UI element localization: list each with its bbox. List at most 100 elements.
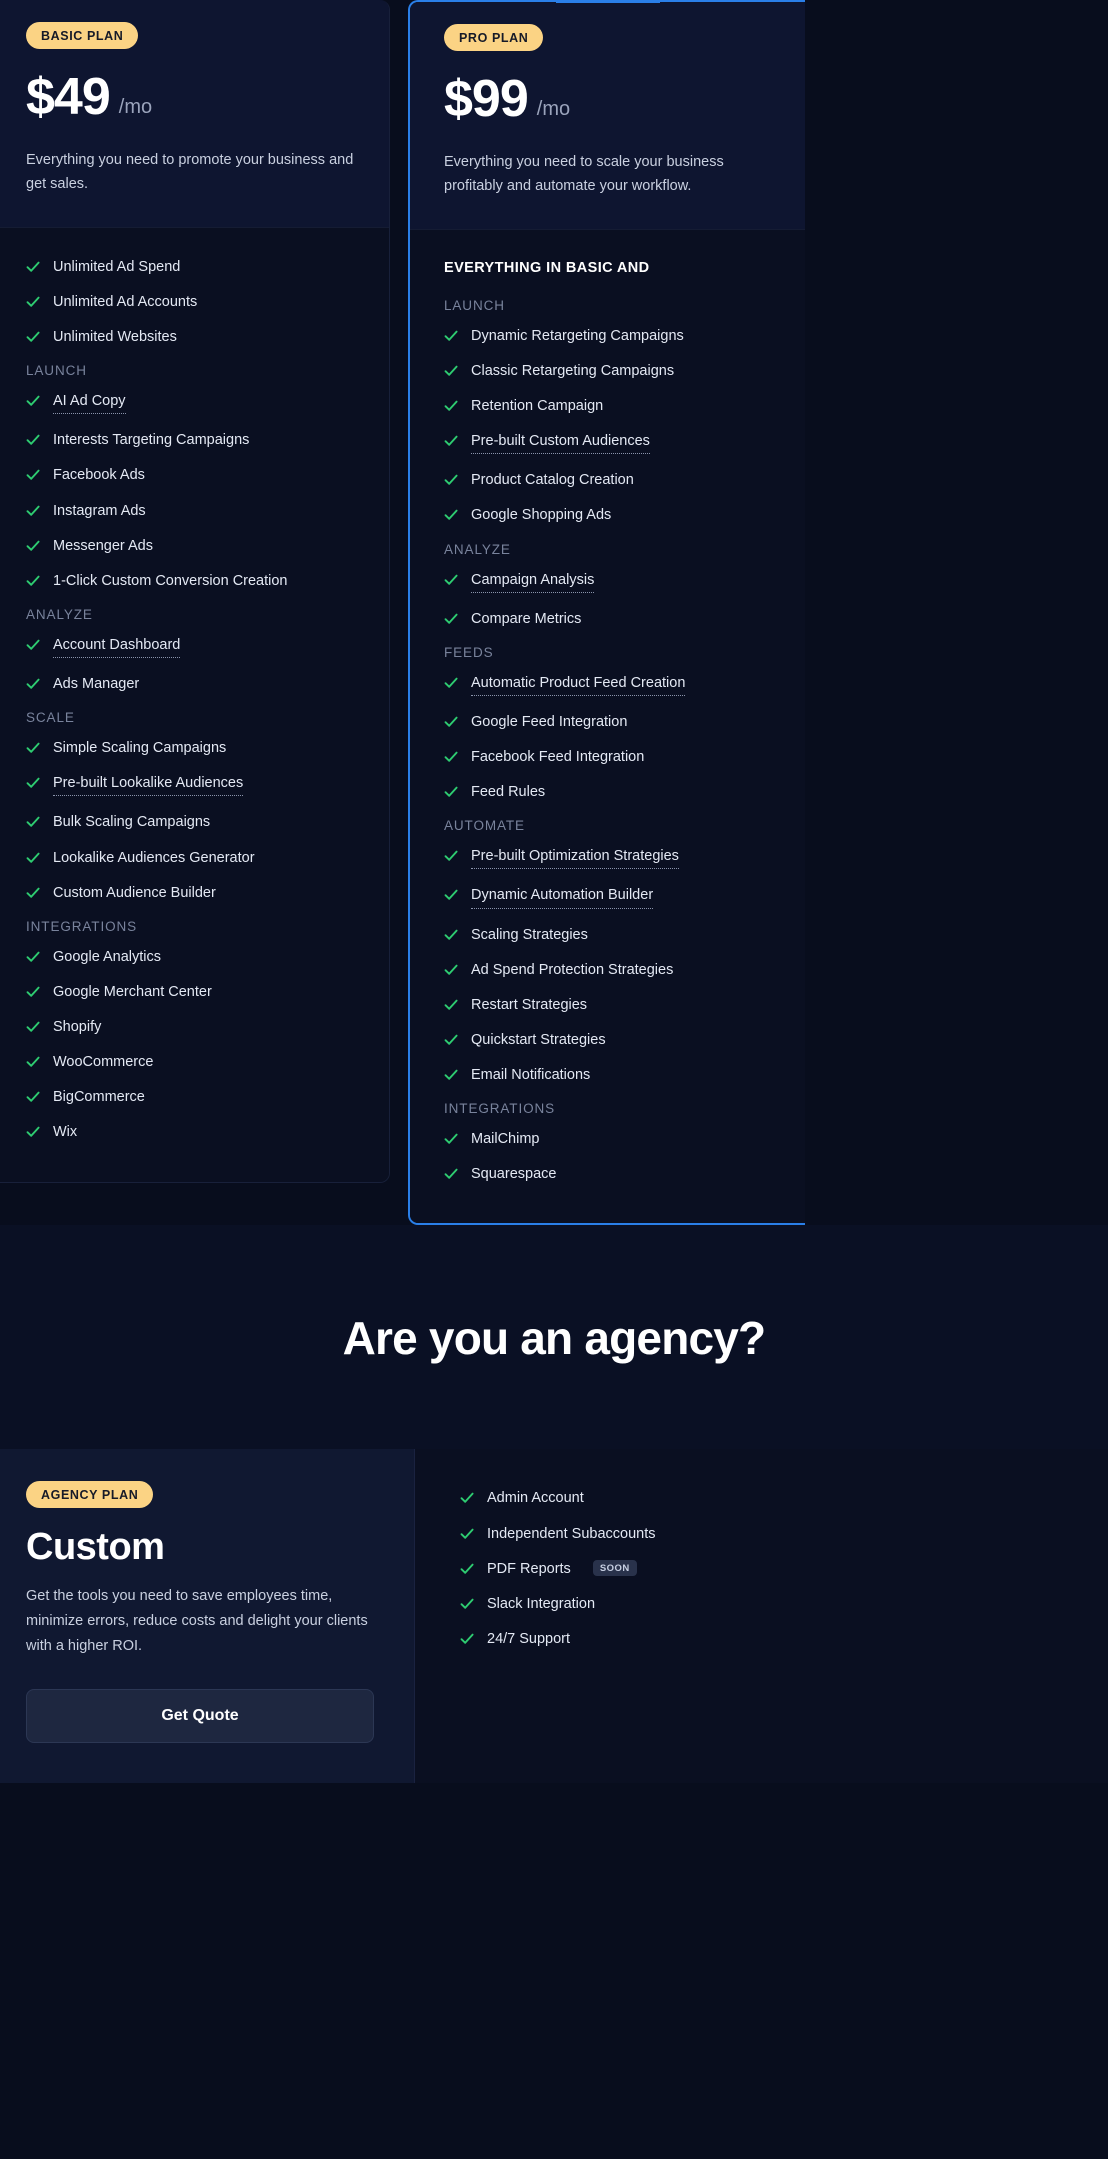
feature-item: Facebook Feed Integration xyxy=(444,748,779,766)
feature-item: Pre-built Optimization Strategies xyxy=(444,847,779,870)
feature-label: Squarespace xyxy=(471,1166,557,1183)
feature-label: Google Merchant Center xyxy=(53,983,212,1000)
feature-label: PDF Reports xyxy=(487,1560,571,1577)
plan-price-pro: $99 xyxy=(444,70,529,128)
feature-item: Messenger Ads xyxy=(26,537,363,555)
feature-group-label: LAUNCH xyxy=(444,297,505,313)
feature-label: Ads Manager xyxy=(53,676,140,693)
feature-item: Independent Subaccounts xyxy=(460,1525,1082,1543)
check-icon xyxy=(444,434,458,448)
check-icon xyxy=(26,1125,40,1139)
feature-label-with-tooltip[interactable]: AI Ad Copy xyxy=(53,392,126,415)
feature-label-with-tooltip[interactable]: Campaign Analysis xyxy=(471,571,595,593)
feature-item: Interests Targeting Campaigns xyxy=(26,431,363,449)
check-icon xyxy=(444,329,458,343)
feature-label: Facebook Ads xyxy=(53,467,145,484)
check-icon xyxy=(26,504,40,518)
feature-label-with-tooltip[interactable]: Pre-built Optimization Strategies xyxy=(471,847,679,870)
feature-label-with-tooltip[interactable]: Pre-built Lookalike Audiences xyxy=(53,774,244,797)
feature-label: Unlimited Ad Spend xyxy=(53,258,181,275)
feature-label: Shopify xyxy=(53,1019,102,1036)
check-icon xyxy=(460,1491,474,1505)
feature-group-label: FEEDS xyxy=(444,644,494,660)
feature-item: Unlimited Ad Accounts xyxy=(26,293,363,311)
feature-item: Campaign Analysis xyxy=(444,571,779,593)
check-icon xyxy=(444,785,458,799)
check-icon xyxy=(444,573,458,587)
feature-group-label: LAUNCH xyxy=(26,363,87,379)
feature-item: Ad Spend Protection Strategies xyxy=(444,961,779,979)
feature-label: Interests Targeting Campaigns xyxy=(53,432,250,449)
feature-label: Google Analytics xyxy=(53,948,162,965)
check-icon xyxy=(444,750,458,764)
check-icon xyxy=(444,1167,458,1181)
agency-banner-title: Are you an agency? xyxy=(342,1312,767,1365)
check-icon xyxy=(444,364,458,378)
check-icon xyxy=(26,741,40,755)
plan-card-basic: BASIC PLAN $49 /mo Everything you need t… xyxy=(0,0,390,1183)
check-icon xyxy=(26,886,40,900)
feature-item: 1-Click Custom Conversion Creation xyxy=(26,572,363,590)
feature-label: 24/7 Support xyxy=(487,1630,571,1647)
check-icon xyxy=(26,638,40,652)
feature-item: Google Merchant Center xyxy=(26,983,363,1001)
agency-plan-row: AGENCY PLAN Custom Get the tools you nee… xyxy=(0,1449,1108,1784)
feature-item: Feed Rules xyxy=(444,783,779,801)
feature-item: MailChimp xyxy=(444,1130,779,1148)
feature-label: Bulk Scaling Campaigns xyxy=(53,814,211,831)
feature-item: Unlimited Websites xyxy=(26,328,363,346)
agency-plan-blurb: Get the tools you need to save employees… xyxy=(26,1588,368,1655)
feature-label-with-tooltip[interactable]: Account Dashboard xyxy=(53,636,181,659)
check-icon xyxy=(444,998,458,1012)
check-icon xyxy=(26,539,40,553)
feature-label-with-tooltip[interactable]: Dynamic Automation Builder xyxy=(471,886,654,909)
plan-period-basic: /mo xyxy=(118,96,153,118)
feature-group-label: INTEGRATIONS xyxy=(444,1101,556,1117)
check-icon xyxy=(26,433,40,447)
check-icon xyxy=(444,963,458,977)
feature-item: Instagram Ads xyxy=(26,502,363,520)
get-quote-button[interactable]: Get Quote xyxy=(26,1689,374,1744)
feature-label-with-tooltip[interactable]: Automatic Product Feed Creation xyxy=(471,674,686,696)
feature-item: Pre-built Lookalike Audiences xyxy=(26,774,363,797)
plan-header-pro: PRO PLAN $99 /mo Everything you need to … xyxy=(410,2,805,230)
feature-label: Ad Spend Protection Strategies xyxy=(471,961,674,978)
check-icon xyxy=(444,1033,458,1047)
check-icon xyxy=(444,715,458,729)
feature-label: Google Feed Integration xyxy=(471,713,628,730)
check-icon xyxy=(26,260,40,274)
check-icon xyxy=(444,612,458,626)
check-icon xyxy=(26,985,40,999)
agency-plan-title: Custom xyxy=(26,1526,165,1569)
feature-label: Simple Scaling Campaigns xyxy=(53,740,227,757)
feature-item: Unlimited Ad Spend xyxy=(26,258,363,276)
feature-item: Scaling Strategies xyxy=(444,926,779,944)
feature-label: Messenger Ads xyxy=(53,537,153,554)
feature-label: Lookalike Audiences Generator xyxy=(53,849,255,866)
plan-blurb-basic: Everything you need to promote your busi… xyxy=(26,152,354,192)
feature-item: Slack Integration xyxy=(460,1595,1082,1613)
feature-label-with-tooltip[interactable]: Pre-built Custom Audiences xyxy=(471,432,650,455)
feature-label: Scaling Strategies xyxy=(471,926,588,943)
check-icon xyxy=(444,508,458,522)
check-icon xyxy=(26,677,40,691)
feature-item: Lookalike Audiences Generator xyxy=(26,849,363,867)
check-icon xyxy=(444,888,458,902)
check-icon xyxy=(26,295,40,309)
agency-plan-badge: AGENCY PLAN xyxy=(26,1481,154,1509)
check-icon xyxy=(26,1090,40,1104)
feature-item: Product Catalog Creation xyxy=(444,471,779,489)
feature-item: BigCommerce xyxy=(26,1088,363,1106)
soon-badge: SOON xyxy=(592,1559,637,1576)
feature-item: Classic Retargeting Campaigns xyxy=(444,362,779,380)
check-icon xyxy=(26,776,40,790)
feature-item: Admin Account xyxy=(460,1489,1082,1507)
feature-item: Facebook Ads xyxy=(26,466,363,484)
feature-label: Custom Audience Builder xyxy=(53,884,216,901)
feature-label: Google Shopping Ads xyxy=(471,507,612,524)
feature-label: Instagram Ads xyxy=(53,502,146,519)
agency-plan-info: AGENCY PLAN Custom Get the tools you nee… xyxy=(0,1449,415,1784)
check-icon xyxy=(444,473,458,487)
check-icon xyxy=(460,1527,474,1541)
feature-label: Product Catalog Creation xyxy=(471,472,634,489)
